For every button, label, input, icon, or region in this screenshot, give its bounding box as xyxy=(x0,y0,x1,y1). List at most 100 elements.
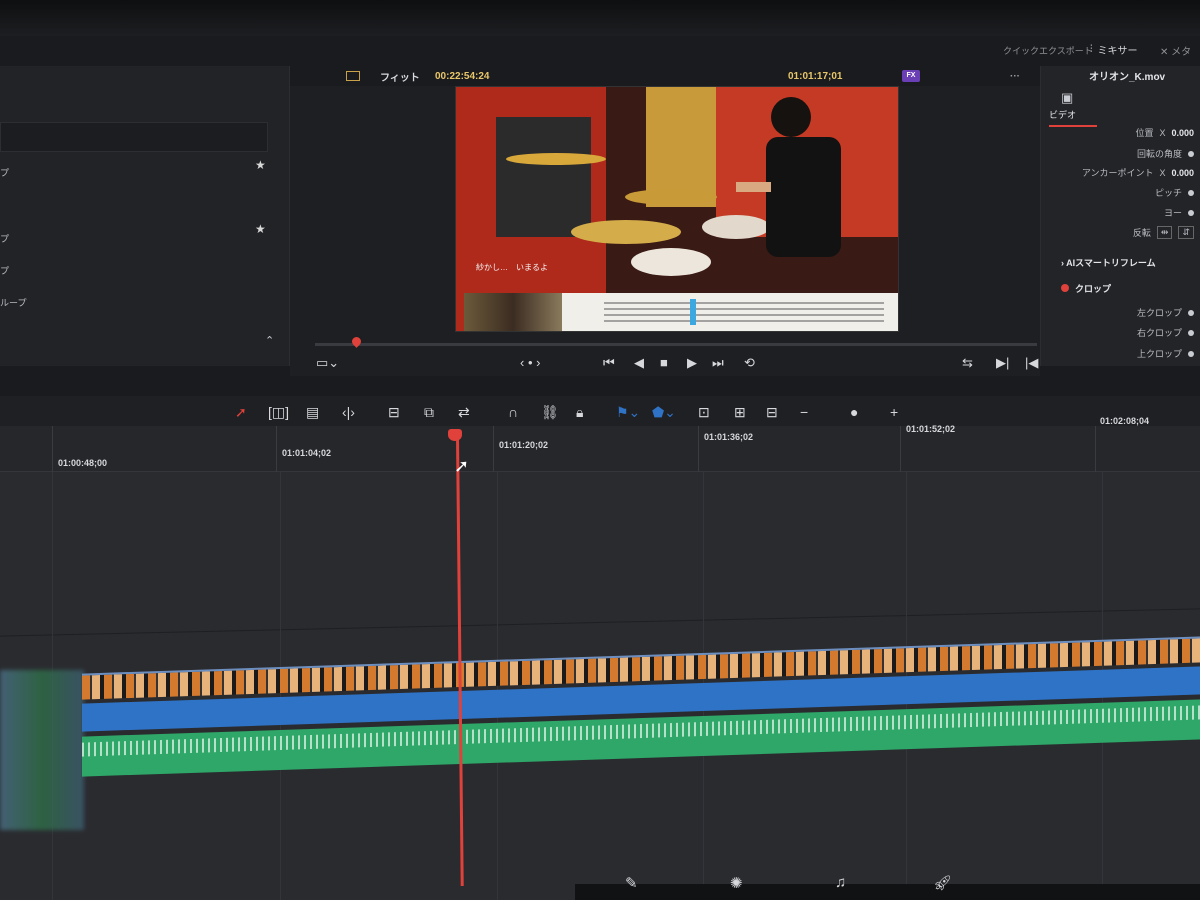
viewer-scrubber[interactable] xyxy=(315,343,1037,346)
quick-export-button[interactable]: クイックエクスポート xyxy=(1003,44,1093,57)
top-bar: クイックエクスポート ⫶ ミキサー ✕ メタ xyxy=(0,36,1200,66)
ruler-tick xyxy=(1095,426,1096,472)
fusion-icon[interactable]: ✎ xyxy=(625,874,638,892)
trim-tool-icon[interactable]: [◫] xyxy=(268,404,289,421)
fairlight-icon[interactable]: ♫ xyxy=(835,874,846,891)
ruler-tick xyxy=(493,426,494,472)
ruler-timecode: 01:00:48;00 xyxy=(58,458,108,468)
left-list-item[interactable]: プ xyxy=(0,232,9,245)
flag-icon[interactable]: ⚑⌄ xyxy=(616,404,640,421)
timeline-ruler[interactable]: 01:00:48;00 01:01:04;02 01:01:20;02 01:0… xyxy=(0,416,1200,472)
zoom-custom-icon[interactable]: ⊟ xyxy=(766,404,778,421)
anchor-x-field[interactable]: 0.000 xyxy=(1171,168,1194,178)
zoom-out-icon[interactable]: − xyxy=(800,404,808,420)
favorite-star-icon[interactable]: ★ xyxy=(255,158,266,172)
yaw-slider[interactable] xyxy=(1188,209,1194,216)
fx-badge[interactable]: FX xyxy=(902,70,920,82)
insert-icon[interactable]: ⊟ xyxy=(388,404,400,421)
score-overlay xyxy=(464,293,898,331)
mixer-label: ミキサー xyxy=(1097,46,1138,57)
crop-left-row: 左クロップ xyxy=(1137,306,1194,319)
dynamic-trim-icon[interactable]: ▤ xyxy=(306,404,319,421)
timeline-playhead-head[interactable] xyxy=(448,429,462,441)
track-divider xyxy=(0,608,1200,637)
yaw-row: ヨー xyxy=(1164,206,1194,219)
replace-icon[interactable]: ⇄ xyxy=(458,404,470,421)
zoom-fit-dropdown[interactable]: フィット xyxy=(380,69,420,84)
color-icon[interactable]: ✺ xyxy=(730,874,743,892)
transport-controls: ▭⌄ ‹ • › ⏮ ◀ ■ ▶ ⏭ ⟲ ⇆ ▶| |◀ xyxy=(0,355,1040,379)
loop-icon[interactable]: ⟲ xyxy=(744,355,755,371)
viewer-layout-icon[interactable] xyxy=(346,71,360,81)
ruler-tick xyxy=(698,426,699,472)
pitch-slider[interactable] xyxy=(1188,189,1194,196)
mark-in-icon[interactable]: ▶| xyxy=(996,355,1009,371)
zoom-detail-icon[interactable]: ⊞ xyxy=(734,404,746,421)
rotation-slider[interactable] xyxy=(1188,150,1194,157)
snapping-icon[interactable]: ∩ xyxy=(508,404,518,420)
flip-vertical-icon[interactable]: ⇵ xyxy=(1178,226,1194,239)
position-label: 位置 xyxy=(1135,128,1154,138)
crop-right-slider[interactable] xyxy=(1188,329,1194,336)
flip-horizontal-icon[interactable]: ⇹ xyxy=(1156,226,1173,239)
mixer-button[interactable]: ⫶ ミキサー xyxy=(1090,42,1138,57)
ai-reframe-label: AIスマートリフレーム xyxy=(1066,258,1156,268)
lock-icon[interactable]: 🔒︎ xyxy=(576,404,583,421)
zoom-full-icon[interactable]: ⊡ xyxy=(698,404,710,421)
zoom-slider-handle[interactable]: ● xyxy=(850,404,858,420)
crop-top-slider[interactable] xyxy=(1188,350,1194,357)
skip-forward-icon[interactable]: ⏭ xyxy=(712,355,724,371)
page-navigation: ✎ ✺ ♫ 🚀︎ xyxy=(575,874,1200,900)
more-options-icon[interactable]: ··· xyxy=(1010,71,1020,82)
viewer-toolbar: フィット 00:22:54:24 01:01:17;01 FX ··· xyxy=(290,66,1040,86)
link-icon[interactable]: ⛓ xyxy=(541,404,559,421)
ai-reframe-section[interactable]: › AIスマートリフレーム xyxy=(1061,256,1156,269)
pitch-row: ピッチ xyxy=(1155,186,1194,199)
record-timecode: 01:01:17;01 xyxy=(788,70,843,82)
match-frame-icon[interactable]: ⇆ xyxy=(962,355,973,371)
flip-row: 反転 ⇹ ⇵ xyxy=(1133,226,1194,239)
crop-left-slider[interactable] xyxy=(1188,309,1194,316)
play-icon[interactable]: ▶ xyxy=(687,355,697,371)
effects-search-box[interactable] xyxy=(0,122,268,152)
ruler-timecode: 01:01:36;02 xyxy=(704,432,754,442)
ruler-tick xyxy=(900,426,901,472)
ruler-timecode: 01:02:08;04 xyxy=(1100,416,1150,426)
play-reverse-icon[interactable]: ◀ xyxy=(634,355,644,371)
left-list-item[interactable]: ループ xyxy=(0,296,26,309)
skip-back-icon[interactable]: ⏮ xyxy=(603,355,615,371)
anchor-row: アンカーポイント X 0.000 xyxy=(1082,166,1194,179)
mark-out-icon[interactable]: |◀ xyxy=(1025,355,1038,371)
blade-icon[interactable]: ‹|› xyxy=(342,404,355,420)
zoom-in-icon[interactable]: + xyxy=(890,404,898,420)
crop-top-row: 上クロップ xyxy=(1137,347,1194,360)
crop-section[interactable]: クロップ xyxy=(1061,282,1111,295)
left-list-item[interactable]: プ xyxy=(0,264,9,277)
tab-video[interactable]: ビデオ xyxy=(1049,108,1097,127)
video-preview: 紗かし… いまるよ xyxy=(455,86,899,332)
flip-label: 反転 xyxy=(1132,228,1151,238)
select-tool-icon[interactable]: ➚ xyxy=(235,404,247,421)
chevron-up-icon[interactable]: ⌃ xyxy=(265,334,274,347)
effects-panel: プ ★ プ ★ プ ループ ⌃ xyxy=(0,66,290,366)
favorite-star-icon[interactable]: ★ xyxy=(255,222,266,236)
viewer-area: 紗かし… いまるよ xyxy=(290,86,1040,376)
sheet-music-notation xyxy=(604,299,884,325)
metadata-button[interactable]: ✕ メタ xyxy=(1160,43,1191,58)
jog-icon[interactable]: ‹ • › xyxy=(520,355,540,370)
left-list-item[interactable]: プ xyxy=(0,166,9,179)
overwrite-icon[interactable]: ⧉ xyxy=(424,404,434,421)
stop-icon[interactable]: ■ xyxy=(660,355,668,370)
timeline-toolbar: ➚ [◫] ▤ ‹|› ⊟ ⧉ ⇄ ∩ ⛓ 🔒︎ ⚑⌄ ⬟⌄ ⊡ ⊞ ⊟ − ●… xyxy=(0,396,1200,426)
anchor-axis: X xyxy=(1159,167,1166,178)
transform-overlay-icon[interactable]: ▭⌄ xyxy=(316,355,339,371)
position-x-field[interactable]: 0.000 xyxy=(1171,128,1194,138)
ruler-timecode: 01:01:52;02 xyxy=(906,424,956,434)
marker-icon[interactable]: ⬟⌄ xyxy=(652,404,676,421)
ruler-timecode: 01:01:20;02 xyxy=(499,440,549,450)
mixer-icon: ⫶ xyxy=(1090,44,1093,55)
crop-enable-toggle[interactable] xyxy=(1061,284,1069,292)
inspector-panel: オリオン_K.mov ▣ ビデオ 位置 X 0.000 回転の角度 アンカーポイ… xyxy=(1040,66,1200,366)
ruler-tick xyxy=(276,426,277,472)
deliver-icon[interactable]: 🚀︎ xyxy=(933,874,952,892)
